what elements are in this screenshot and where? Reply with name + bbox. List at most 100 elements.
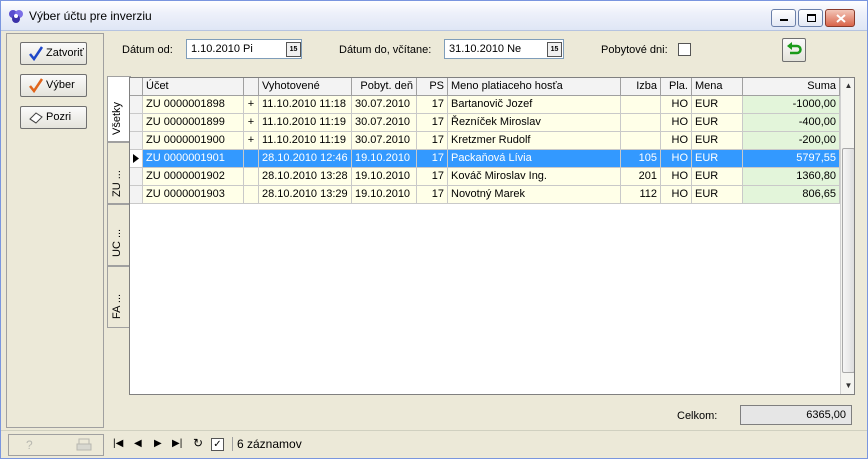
calendar-icon[interactable]: 15 <box>286 42 301 57</box>
calendar-icon[interactable]: 15 <box>547 42 562 57</box>
row-indicator <box>130 96 143 114</box>
cell-flag: + <box>244 114 259 132</box>
cell-pay: HO <box>661 114 692 132</box>
tab-fa[interactable]: FA ... <box>107 266 129 328</box>
header-account[interactable]: Účet <box>143 78 244 96</box>
cell-account: ZU 0000001901 <box>143 150 244 168</box>
cell-created: 28.10.2010 13:29 <box>259 186 352 204</box>
cell-stay-day: 30.07.2010 <box>352 132 417 150</box>
status-tools: ? <box>8 434 104 456</box>
tab-zu-label: ZU ... <box>111 170 123 197</box>
cell-currency: EUR <box>692 150 743 168</box>
date-to-field[interactable]: 31.10.2010 Ne <box>444 39 564 59</box>
help-icon[interactable]: ? <box>26 438 33 452</box>
cell-currency: EUR <box>692 168 743 186</box>
cell-room <box>621 132 661 150</box>
next-record-icon[interactable]: ▶ <box>154 438 162 449</box>
cell-room <box>621 114 661 132</box>
table-row[interactable]: ZU 0000001899 +11.10.2010 11:19 30.07.2010… <box>130 114 840 132</box>
table-row[interactable]: ZU 0000001902 28.10.2010 13:28 19.10.2010 1… <box>130 168 840 186</box>
title-bar: Výber účtu pre inverziu <box>1 1 867 31</box>
cell-currency: EUR <box>692 114 743 132</box>
cell-guest: Novotný Marek <box>448 186 621 204</box>
cell-room: 105 <box>621 150 661 168</box>
date-from-field[interactable]: 1.10.2010 Pi <box>186 39 302 59</box>
cell-amount: 5797,55 <box>743 150 840 168</box>
tab-uc-label: UC ... <box>111 228 123 257</box>
first-record-icon[interactable]: |◀ <box>113 438 123 449</box>
cell-created: 11.10.2010 11:18 <box>259 96 352 114</box>
close-window-button[interactable] <box>825 9 855 27</box>
header-pay[interactable]: Pla. <box>661 78 692 96</box>
row-indicator <box>130 168 143 186</box>
tab-zu[interactable]: ZU ... <box>107 142 129 204</box>
prev-record-icon[interactable]: ◀ <box>134 438 142 449</box>
tab-fa-label: FA ... <box>111 293 123 319</box>
checkmark-icon <box>29 46 44 61</box>
header-amount[interactable]: Suma <box>743 78 840 96</box>
cell-stay-day: 19.10.2010 <box>352 150 417 168</box>
scroll-thumb[interactable] <box>842 148 854 373</box>
cell-stay-day: 19.10.2010 <box>352 186 417 204</box>
cell-guest: Kováč Miroslav Ing. <box>448 168 621 186</box>
cell-account: ZU 0000001900 <box>143 132 244 150</box>
vertical-scrollbar[interactable]: ▲ ▼ <box>840 78 854 394</box>
cell-stay-day: 19.10.2010 <box>352 168 417 186</box>
cell-created: 11.10.2010 11:19 <box>259 114 352 132</box>
table-header: Účet Vyhotovené Pobyt. deň PS Meno plati… <box>130 78 840 96</box>
header-created[interactable]: Vyhotovené <box>259 78 352 96</box>
cell-ps: 17 <box>417 168 448 186</box>
cell-stay-day: 30.07.2010 <box>352 114 417 132</box>
cell-pay: HO <box>661 168 692 186</box>
cell-room: 112 <box>621 186 661 204</box>
cell-currency: EUR <box>692 132 743 150</box>
cell-guest: Kretzmer Rudolf <box>448 132 621 150</box>
minimize-button[interactable] <box>771 9 796 27</box>
stay-days-checkbox[interactable] <box>678 43 691 56</box>
table-row[interactable]: ZU 0000001901 28.10.2010 12:46 19.10.2010 1… <box>130 150 840 168</box>
cell-flag <box>244 186 259 204</box>
tab-strip: Všetky ZU ... UC ... FA ... <box>107 76 131 426</box>
header-guest[interactable]: Meno platiaceho hosťa <box>448 78 621 96</box>
total-value: 6365,00 <box>740 405 852 425</box>
view-button-label: Pozri <box>46 111 72 123</box>
accounts-table: Účet Vyhotovené Pobyt. deň PS Meno plati… <box>129 77 855 395</box>
scroll-up-icon[interactable]: ▲ <box>841 78 854 94</box>
header-room[interactable]: Izba <box>621 78 661 96</box>
cell-flag: + <box>244 132 259 150</box>
close-icon <box>836 14 846 23</box>
refresh-icon[interactable]: ↻ <box>193 436 203 450</box>
cell-guest: Packaňová Lívia <box>448 150 621 168</box>
cell-ps: 17 <box>417 96 448 114</box>
table-row[interactable]: ZU 0000001900 +11.10.2010 11:19 30.07.2010… <box>130 132 840 150</box>
maximize-button[interactable] <box>798 9 823 27</box>
table-row[interactable]: ZU 0000001903 28.10.2010 13:29 19.10.2010 1… <box>130 186 840 204</box>
view-button[interactable]: Pozri <box>20 106 87 129</box>
cell-account: ZU 0000001903 <box>143 186 244 204</box>
header-flag[interactable] <box>244 78 259 96</box>
cell-ps: 17 <box>417 150 448 168</box>
refresh-button[interactable] <box>782 38 806 62</box>
tab-all[interactable]: Všetky <box>107 76 131 142</box>
table-row[interactable]: ZU 0000001898 +11.10.2010 11:18 30.07.2010… <box>130 96 840 114</box>
close-button[interactable]: Zatvoriť <box>20 42 87 65</box>
printer-icon[interactable] <box>76 438 92 452</box>
cell-ps: 17 <box>417 186 448 204</box>
tab-uc[interactable]: UC ... <box>107 204 129 266</box>
record-count: 6 záznamov <box>232 437 302 451</box>
header-currency[interactable]: Mena <box>692 78 743 96</box>
header-ps[interactable]: PS <box>417 78 448 96</box>
last-record-icon[interactable]: ▶| <box>172 438 182 449</box>
cell-stay-day: 30.07.2010 <box>352 96 417 114</box>
status-checkbox[interactable]: ✓ <box>211 438 224 451</box>
window-title: Výber účtu pre inverziu <box>29 9 152 23</box>
header-stay-day[interactable]: Pobyt. deň <box>352 78 417 96</box>
cell-account: ZU 0000001902 <box>143 168 244 186</box>
scroll-down-icon[interactable]: ▼ <box>841 378 854 394</box>
checkmark-icon <box>29 78 44 93</box>
select-button[interactable]: Výber <box>20 74 87 97</box>
stay-days-label: Pobytové dni: <box>601 44 668 56</box>
cell-flag: + <box>244 96 259 114</box>
eraser-icon <box>29 112 43 124</box>
row-indicator <box>130 114 143 132</box>
